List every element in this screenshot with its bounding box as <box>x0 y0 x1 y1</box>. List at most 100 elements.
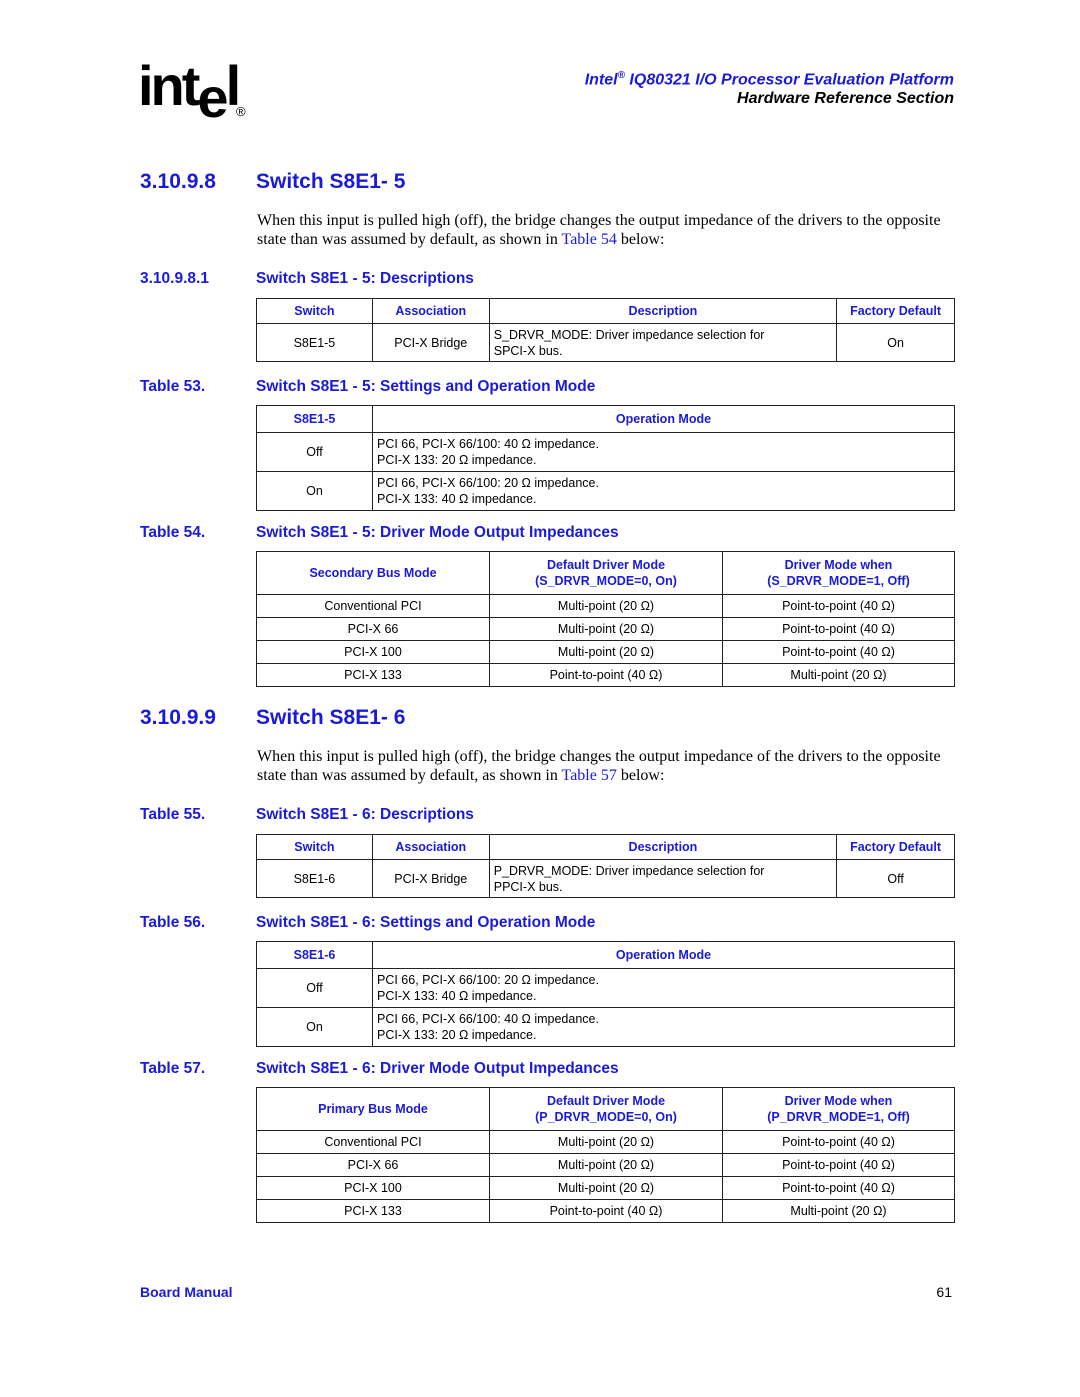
table-55-title: Switch S8E1 - 6: Descriptions <box>256 806 474 823</box>
header-line-2: (P_DRVR_MODE=0, On) <box>535 1110 677 1124</box>
header-switch: Switch <box>256 298 373 324</box>
header-description: Description <box>488 834 838 860</box>
operation-line-1: PCI 66, PCI-X 66/100: 40 Ω impedance. <box>377 437 599 451</box>
cell-default-mode: Multi-point (20 Ω) <box>489 640 723 664</box>
para-text-end: below: <box>616 231 665 248</box>
section-title: Switch S8E1- 5 <box>256 170 406 193</box>
footer-board-manual: Board Manual <box>140 1284 233 1300</box>
table-row: S8E1-5 PCI-X Bridge S_DRVR_MODE: Driver … <box>256 323 955 362</box>
cell-default-mode: Point-to-point (40 Ω) <box>489 1199 723 1223</box>
header-operation-mode: Operation Mode <box>372 941 955 969</box>
header-line-2: (P_DRVR_MODE=1, Off) <box>767 1110 910 1124</box>
cell-association: PCI-X Bridge <box>371 859 490 898</box>
table-54: Secondary Bus Mode Default Driver Mode (S… <box>256 551 955 687</box>
cell-default-mode: Multi-point (20 Ω) <box>489 1130 723 1154</box>
operation-line-2: PCI-X 133: 20 Ω impedance. <box>377 1028 537 1042</box>
table-53: S8E1-5 Operation Mode Off PCI 66, PCI-X … <box>256 405 955 511</box>
header-factory-default: Factory Default <box>836 834 955 860</box>
header-bus-mode: Secondary Bus Mode <box>256 551 490 595</box>
table-53-title: Switch S8E1 - 5: Settings and Operation … <box>256 378 596 395</box>
cell-state: On <box>256 471 373 511</box>
table-row: On PCI 66, PCI-X 66/100: 40 Ω impedance.… <box>256 1007 955 1047</box>
table-55: Switch Association Description Factory D… <box>256 834 955 898</box>
cell-factory-default: Off <box>836 859 955 898</box>
cell-switch: S8E1-5 <box>256 323 373 362</box>
table-56-number: Table 56. <box>140 914 206 931</box>
table-row: PCI-X 100 Multi-point (20 Ω) Point-to-po… <box>256 1176 955 1200</box>
table-row: Conventional PCI Multi-point (20 Ω) Poin… <box>256 1130 955 1154</box>
header-association: Association <box>371 834 490 860</box>
cell-default-mode: Point-to-point (40 Ω) <box>489 663 723 687</box>
description-line-2: SPCI-X bus. <box>493 343 563 358</box>
header-description: Description <box>488 298 838 324</box>
table-54-link[interactable]: Table 54 <box>562 231 617 248</box>
cell-bus-mode: PCI-X 133 <box>256 1199 490 1223</box>
description-line-1: S_DRVR_MODE: Driver impedance selection … <box>493 327 765 342</box>
cell-alt-mode: Point-to-point (40 Ω) <box>722 640 955 664</box>
table-55-number: Table 55. <box>140 806 206 823</box>
title-registered: ® <box>617 70 625 81</box>
section-number: 3.10.9.9 <box>140 706 216 729</box>
cell-operation: PCI 66, PCI-X 66/100: 20 Ω impedance. PCI… <box>372 471 955 511</box>
cell-default-mode: Multi-point (20 Ω) <box>489 1153 723 1177</box>
cell-bus-mode: Conventional PCI <box>256 594 490 618</box>
table-56: S8E1-6 Operation Mode Off PCI 66, PCI-X … <box>256 941 955 1047</box>
table-54-title: Switch S8E1 - 5: Driver Mode Output Impe… <box>256 524 619 541</box>
cell-description: P_DRVR_MODE: Driver impedance selection … <box>488 859 838 898</box>
header-operation-mode: Operation Mode <box>372 405 955 433</box>
cell-factory-default: On <box>836 323 955 362</box>
section-paragraph: When this input is pulled high (off), th… <box>257 211 967 249</box>
header-line-1: Default Driver Mode <box>546 558 666 572</box>
intel-logo: intel ® <box>138 58 258 134</box>
para-text-end: below: <box>616 767 665 784</box>
header-factory-default: Factory Default <box>836 298 955 324</box>
operation-line-2: PCI-X 133: 40 Ω impedance. <box>377 492 537 506</box>
table-57-link[interactable]: Table 57 <box>562 767 617 784</box>
table-57-title: Switch S8E1 - 6: Driver Mode Output Impe… <box>256 1060 619 1077</box>
header-switch-state: S8E1-6 <box>256 941 373 969</box>
header-line-2: (S_DRVR_MODE=1, Off) <box>767 574 910 588</box>
registered-icon: ® <box>236 104 246 119</box>
cell-bus-mode: PCI-X 100 <box>256 1176 490 1200</box>
cell-operation: PCI 66, PCI-X 66/100: 20 Ω impedance. PCI… <box>372 968 955 1008</box>
cell-default-mode: Multi-point (20 Ω) <box>489 594 723 618</box>
cell-bus-mode: PCI-X 66 <box>256 617 490 641</box>
cell-association: PCI-X Bridge <box>371 323 490 362</box>
description-line-2: PPCI-X bus. <box>493 879 563 894</box>
cell-switch: S8E1-6 <box>256 859 373 898</box>
operation-line-1: PCI 66, PCI-X 66/100: 40 Ω impedance. <box>377 1012 599 1026</box>
subsection-title: Switch S8E1 - 5: Descriptions <box>256 270 474 287</box>
operation-line-2: PCI-X 133: 20 Ω impedance. <box>377 453 537 467</box>
table-56-title: Switch S8E1 - 6: Settings and Operation … <box>256 914 596 931</box>
section-paragraph: When this input is pulled high (off), th… <box>257 747 967 785</box>
title-rest: IQ80321 I/O Processor Evaluation Platfor… <box>624 71 954 89</box>
operation-line-1: PCI 66, PCI-X 66/100: 20 Ω impedance. <box>377 973 599 987</box>
table-53-number: Table 53. <box>140 378 206 395</box>
table-row: S8E1-6 PCI-X Bridge P_DRVR_MODE: Driver … <box>256 859 955 898</box>
cell-alt-mode: Point-to-point (40 Ω) <box>722 1153 955 1177</box>
table-57: Primary Bus Mode Default Driver Mode (P_D… <box>256 1087 955 1223</box>
header-switch-state: S8E1-5 <box>256 405 373 433</box>
table-row: PCI-X 100 Multi-point (20 Ω) Point-to-po… <box>256 640 955 664</box>
section-title: Switch S8E1- 6 <box>256 706 406 729</box>
table-row: PCI-X 133 Point-to-point (40 Ω) Multi-po… <box>256 1199 955 1223</box>
cell-description: S_DRVR_MODE: Driver impedance selection … <box>488 323 838 362</box>
cell-bus-mode: PCI-X 100 <box>256 640 490 664</box>
page-number: 61 <box>936 1284 952 1300</box>
cell-default-mode: Multi-point (20 Ω) <box>489 1176 723 1200</box>
header-switch: Switch <box>256 834 373 860</box>
table-57-number: Table 57. <box>140 1060 206 1077</box>
cell-alt-mode: Point-to-point (40 Ω) <box>722 617 955 641</box>
header-line-2: (S_DRVR_MODE=0, On) <box>535 574 677 588</box>
cell-state: On <box>256 1007 373 1047</box>
section-number: 3.10.9.8 <box>140 170 216 193</box>
document-subtitle: Hardware Reference Section <box>737 90 954 107</box>
cell-alt-mode: Multi-point (20 Ω) <box>722 663 955 687</box>
cell-alt-mode: Point-to-point (40 Ω) <box>722 594 955 618</box>
table-54-number: Table 54. <box>140 524 206 541</box>
header-association: Association <box>371 298 490 324</box>
table-row: PCI-X 66 Multi-point (20 Ω) Point-to-poi… <box>256 617 955 641</box>
table-row: PCI-X 66 Multi-point (20 Ω) Point-to-poi… <box>256 1153 955 1177</box>
header-driver-mode-when: Driver Mode when (P_DRVR_MODE=1, Off) <box>722 1087 955 1131</box>
title-prefix: Intel <box>584 71 618 89</box>
